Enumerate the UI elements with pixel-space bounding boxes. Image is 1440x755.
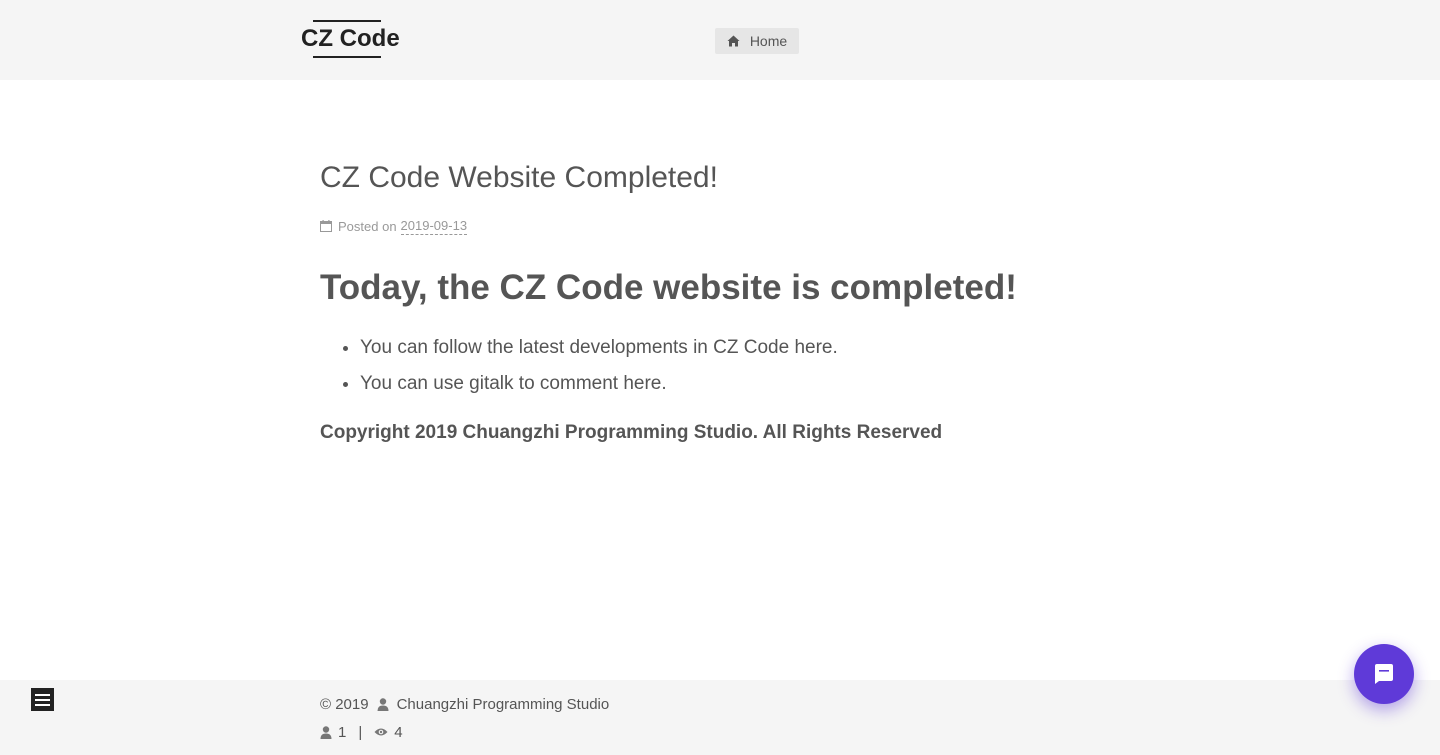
post-copyright: Copyright 2019 Chuangzhi Programming Stu… xyxy=(320,422,943,443)
user-icon xyxy=(377,697,389,711)
footer-copyright: © 2019 Chuangzhi Programming Studio xyxy=(320,693,609,715)
post-meta: Posted on 2019-09-13 xyxy=(320,216,1140,236)
site-footer xyxy=(0,680,1440,755)
post-heading: Today, the CZ Code website is completed! xyxy=(320,268,1017,307)
post-article: CZ Code Website Completed! Posted on 201… xyxy=(320,150,1140,448)
site-logo[interactable]: CZ Code xyxy=(301,20,400,58)
list-item: You can use gitalk to comment here. xyxy=(360,366,1140,402)
chat-icon xyxy=(1375,664,1393,684)
sidebar-toggle-button[interactable] xyxy=(31,688,54,711)
stats-separator: | xyxy=(358,723,363,741)
menu-bar xyxy=(35,698,50,701)
calendar-icon xyxy=(320,220,332,232)
nav-home-link[interactable]: Home xyxy=(715,28,799,54)
menu-bar xyxy=(35,693,50,696)
eye-icon xyxy=(374,728,388,736)
list-item: You can follow the latest developments i… xyxy=(360,330,1140,366)
footer-stats: 1 | 4 xyxy=(320,721,403,743)
post-title[interactable]: CZ Code Website Completed! xyxy=(320,150,1140,206)
brand-name: CZ Code xyxy=(301,25,400,52)
home-icon xyxy=(727,35,740,47)
footer-year: © 2019 xyxy=(320,695,369,713)
footer-author: Chuangzhi Programming Studio xyxy=(396,695,610,713)
post-date[interactable]: 2019-09-13 xyxy=(400,218,468,235)
site-header: CZ Code Home xyxy=(0,0,1440,80)
logo-line-bottom xyxy=(313,56,381,58)
nav-home-label: Home xyxy=(749,33,788,49)
chat-button[interactable] xyxy=(1354,644,1414,704)
posted-on-label: Posted on xyxy=(338,218,397,234)
post-list: You can follow the latest developments i… xyxy=(320,330,1140,402)
visitors-icon xyxy=(320,725,332,739)
menu-bar xyxy=(35,703,50,706)
view-count: 4 xyxy=(394,723,403,741)
visitor-count: 1 xyxy=(338,723,347,741)
logo-line-top xyxy=(313,20,381,22)
